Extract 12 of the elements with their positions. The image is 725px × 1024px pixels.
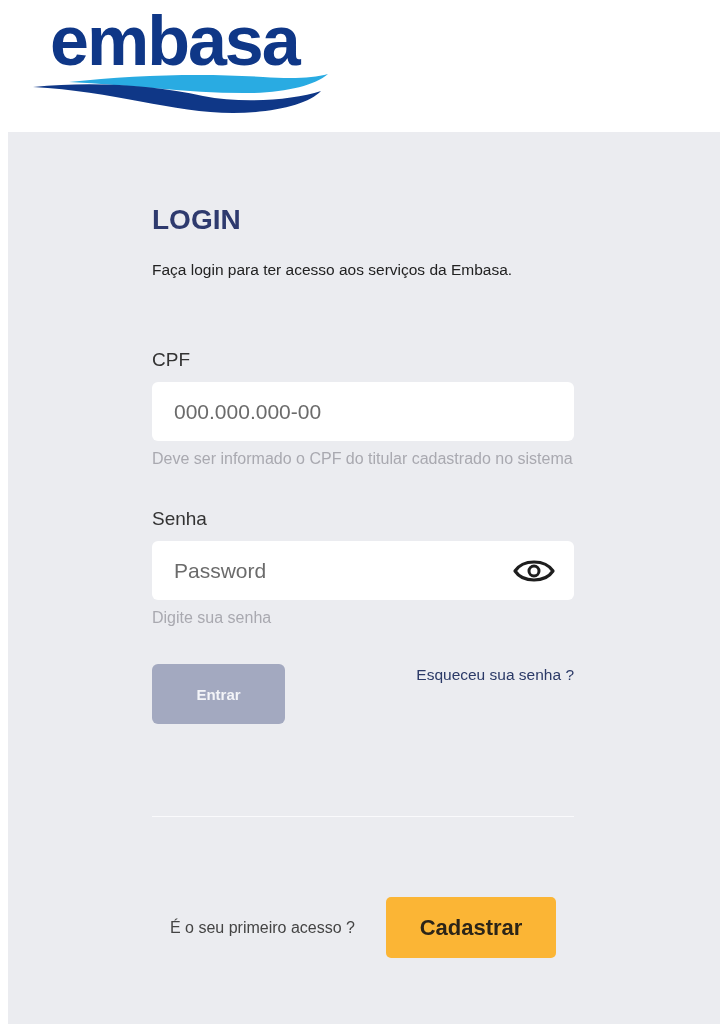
forgot-password-link[interactable]: Esqueceu sua senha ? — [416, 665, 574, 685]
password-field[interactable]: Password — [152, 541, 574, 600]
logo-wordmark: embasa — [50, 12, 299, 72]
field-hint: Digite sua senha — [152, 608, 272, 628]
field-label: Senha — [152, 507, 207, 531]
login-title: LOGIN — [152, 204, 242, 236]
login-subtitle: Faça login para ter acesso aos serviços da Embasa. — [152, 260, 514, 280]
field-label: CPF — [152, 348, 190, 372]
field-hint: Deve ser informado o CPF do titular cadastrado no sistema — [152, 449, 573, 469]
first-access-text: É o seu primeiro acesso ? — [170, 917, 355, 938]
text-field[interactable]: 000.000.000-00 — [152, 382, 574, 441]
register-button[interactable]: Cadastrar — [386, 897, 556, 958]
